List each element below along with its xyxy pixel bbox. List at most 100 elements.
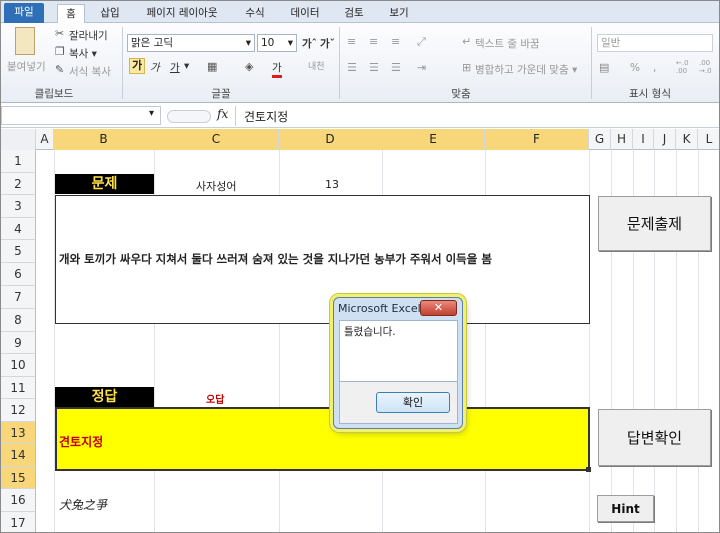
wrap-text-icon[interactable]: ↵	[462, 35, 471, 49]
row-header-15[interactable]: 15	[1, 467, 36, 489]
orientation-icon[interactable]: ⤢	[417, 35, 426, 49]
column-header-c[interactable]: C	[154, 129, 279, 150]
hint-button[interactable]: Hint	[597, 495, 654, 522]
font-group-label: 글꼴	[211, 88, 231, 100]
bold-button[interactable]: 가	[129, 58, 145, 74]
row-header-6[interactable]: 6	[1, 263, 36, 286]
row-header-1[interactable]: 1	[1, 150, 36, 173]
dialog-message: 틀렸습니다.	[344, 326, 396, 338]
font-name-select[interactable]: 맑은 고딕 ▾	[127, 34, 255, 52]
tab-file[interactable]: 파일	[4, 3, 44, 23]
formula-bar-resize-handle[interactable]	[167, 110, 211, 123]
number-group-label: 표시 형식	[629, 88, 671, 100]
shrink-font-button[interactable]: 가ˇ	[320, 36, 335, 51]
underline-dropdown[interactable]: ▾	[184, 60, 189, 72]
clipboard-group-label: 클립보드	[34, 88, 74, 100]
column-header-h[interactable]: H	[611, 129, 633, 150]
align-bottom-icon[interactable]: ≡	[391, 35, 400, 49]
row-header-8[interactable]: 8	[1, 309, 36, 332]
result-cell[interactable]: 오답	[206, 391, 224, 406]
column-header-d[interactable]: D	[279, 129, 382, 150]
tab-page-layout[interactable]: 페이지 레이아웃	[139, 4, 225, 23]
formula-input[interactable]: 견토지정	[244, 108, 288, 125]
align-left-icon[interactable]: ☰	[347, 61, 357, 75]
column-header-a[interactable]: A	[36, 129, 54, 150]
insert-function-button[interactable]: fx	[217, 107, 228, 121]
align-right-icon[interactable]: ☰	[391, 61, 401, 75]
row-header-7[interactable]: 7	[1, 286, 36, 309]
fill-handle[interactable]	[586, 467, 591, 472]
font-size-select[interactable]: 10 ▾	[257, 34, 297, 52]
row-header-10[interactable]: 10	[1, 354, 36, 377]
format-painter-icon[interactable]: ✎	[55, 63, 64, 77]
ok-button[interactable]: 확인	[376, 392, 450, 413]
column-header-k[interactable]: K	[676, 129, 698, 150]
row-header-5[interactable]: 5	[1, 240, 36, 263]
tab-view[interactable]: 보기	[385, 4, 413, 23]
align-top-icon[interactable]: ≡	[347, 35, 356, 49]
decrease-decimal-button[interactable]: .00 →.0	[699, 59, 717, 75]
answer-input-box[interactable]	[55, 407, 590, 471]
category-cell[interactable]: 사자성어	[196, 178, 236, 194]
name-box[interactable]: ▾	[1, 106, 161, 125]
copy-button[interactable]: 복사 ▾	[69, 46, 97, 61]
column-header-f[interactable]: F	[485, 129, 589, 150]
phonetic-button[interactable]: 내천	[308, 59, 325, 72]
chevron-down-icon: ▾	[148, 108, 154, 119]
tab-data[interactable]: 데이터	[286, 4, 324, 23]
tab-review[interactable]: 검토	[340, 4, 368, 23]
answer-value: 견토지정	[59, 435, 104, 449]
row-header-14[interactable]: 14	[1, 444, 36, 467]
currency-icon[interactable]: ▤	[599, 61, 609, 75]
percent-button[interactable]: %	[630, 62, 640, 74]
answer-label: 정답	[55, 387, 154, 407]
scissors-icon[interactable]: ✂	[55, 27, 64, 41]
borders-icon[interactable]: ▦	[207, 60, 217, 74]
chevron-down-icon: ▾	[245, 37, 251, 49]
column-header-i[interactable]: I	[633, 129, 654, 150]
row-header-17[interactable]: 17	[1, 512, 36, 532]
fill-color-icon[interactable]: ◈	[245, 60, 253, 74]
row-header-2[interactable]: 2	[1, 173, 36, 195]
select-all-button[interactable]	[1, 129, 36, 150]
row-header-9[interactable]: 9	[1, 332, 36, 354]
font-name-value: 맑은 고딕	[131, 37, 173, 49]
generate-problem-button[interactable]: 문제출제	[598, 196, 711, 251]
italic-button[interactable]: 가	[150, 60, 160, 75]
paste-button[interactable]: 붙여넣기	[7, 59, 46, 74]
font-color-button[interactable]: 가	[272, 60, 282, 78]
row-header-12[interactable]: 12	[1, 399, 36, 422]
indent-icon[interactable]: ⇥	[417, 61, 426, 75]
tab-home[interactable]: 홈	[57, 4, 85, 24]
format-painter-button[interactable]: 서식 복사	[69, 64, 111, 79]
problem-number-cell[interactable]: 13	[325, 178, 339, 191]
cut-button[interactable]: 잘라내기	[69, 28, 108, 43]
column-header-j[interactable]: J	[654, 129, 676, 150]
align-center-icon[interactable]: ☰	[369, 61, 379, 75]
number-format-select[interactable]: 일반	[597, 34, 713, 52]
tab-formulas[interactable]: 수식	[241, 4, 269, 23]
grow-font-button[interactable]: 가ˆ	[302, 36, 317, 51]
column-header-l[interactable]: L	[698, 129, 719, 150]
row-header-4[interactable]: 4	[1, 218, 36, 240]
row-header-11[interactable]: 11	[1, 377, 36, 399]
ribbon-tabs: 파일 홈 삽입 페이지 레이아웃 수식 데이터 검토 보기	[1, 1, 719, 24]
check-answer-button[interactable]: 답변확인	[598, 409, 711, 466]
copy-icon[interactable]: ❐	[55, 45, 65, 59]
close-icon[interactable]: ✕	[420, 300, 457, 316]
increase-decimal-button[interactable]: ←.0 .00	[676, 59, 694, 75]
merge-center-icon[interactable]: ⊞	[462, 61, 471, 75]
tab-insert[interactable]: 삽입	[95, 4, 125, 23]
underline-button[interactable]: 가	[170, 60, 180, 75]
paste-icon[interactable]	[15, 27, 35, 55]
merge-center-button[interactable]: 병합하고 가운데 맞춤 ▾	[475, 62, 577, 77]
column-header-e[interactable]: E	[382, 129, 485, 150]
column-header-g[interactable]: G	[589, 129, 611, 150]
row-header-3[interactable]: 3	[1, 195, 36, 218]
align-middle-icon[interactable]: ≡	[369, 35, 378, 49]
row-header-16[interactable]: 16	[1, 489, 36, 512]
row-header-13[interactable]: 13	[1, 422, 36, 444]
column-header-b[interactable]: B	[54, 129, 154, 150]
wrap-text-button[interactable]: 텍스트 줄 바꿈	[475, 36, 540, 51]
comma-button[interactable]: ,	[653, 62, 656, 74]
